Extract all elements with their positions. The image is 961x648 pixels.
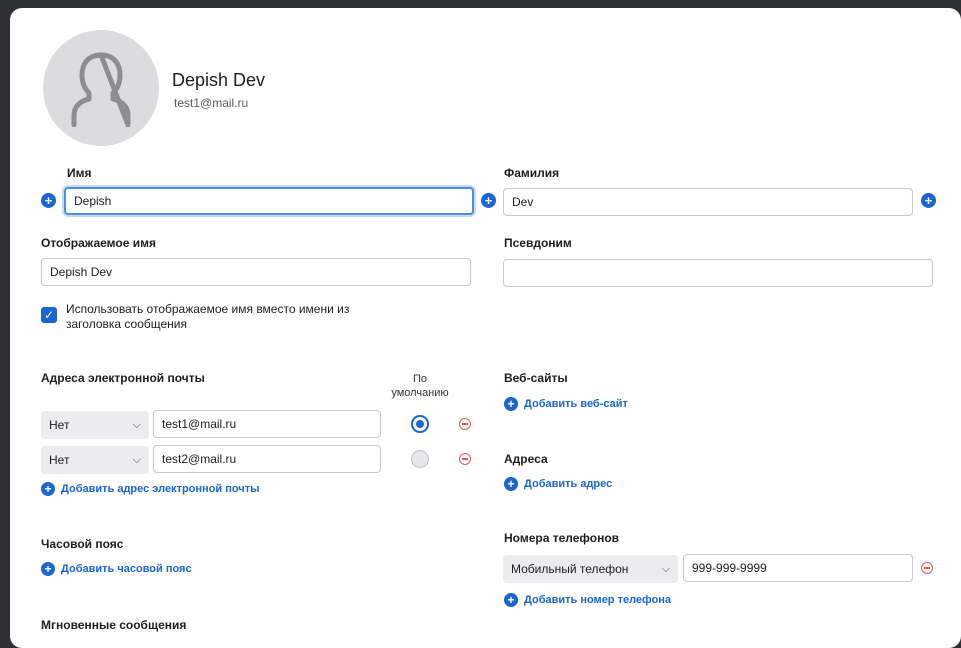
add-first-name-icon[interactable]: + [41, 193, 56, 208]
email-field[interactable]: test1@mail.ru [153, 410, 381, 438]
add-address-link[interactable]: + Добавить адрес [504, 477, 612, 491]
contact-email: test1@mail.ru [174, 96, 249, 110]
add-last-name-icon[interactable]: + [921, 193, 936, 208]
add-middle-name-icon[interactable]: + [481, 193, 496, 208]
use-display-name-label: Использовать отображаемое имя вместо име… [66, 302, 350, 331]
add-icon: + [504, 397, 518, 411]
display-name-label: Отображаемое имя [41, 236, 156, 250]
im-label: Мгновенные сообщения [41, 618, 187, 632]
contact-edit-panel: Depish Dev test1@mail.ru Имя + Depish + … [10, 8, 961, 648]
remove-email-icon[interactable] [459, 453, 471, 465]
add-icon: + [41, 482, 55, 496]
add-email-link[interactable]: + Добавить адрес электронной почты [41, 482, 259, 496]
chevron-down-icon: ⌵ [132, 418, 141, 431]
chevron-down-icon: ⌵ [132, 453, 141, 466]
last-name-label: Фамилия [504, 166, 560, 180]
person-icon [71, 52, 131, 127]
email-type-select[interactable]: Нет ⌵ [41, 446, 149, 474]
phones-label: Номера телефонов [504, 531, 620, 545]
timezone-label: Часовой пояс [41, 537, 124, 551]
add-phone-link[interactable]: + Добавить номер телефона [504, 593, 671, 607]
addresses-label: Адреса [504, 452, 548, 466]
remove-phone-icon[interactable] [921, 562, 933, 574]
contact-name: Depish Dev [172, 70, 266, 90]
email-field[interactable]: test2@mail.ru [153, 445, 381, 473]
first-name-field[interactable]: Depish [64, 187, 474, 215]
use-display-name-checkbox[interactable]: ✓ [41, 307, 57, 323]
nickname-label: Псевдоним [504, 236, 572, 250]
chevron-down-icon: ⌵ [661, 562, 670, 575]
emails-label: Адреса электронной почты [41, 371, 205, 385]
checkmark-icon: ✓ [43, 308, 55, 322]
last-name-field[interactable]: Dev [503, 188, 913, 216]
websites-label: Веб-сайты [504, 371, 568, 385]
avatar[interactable] [43, 30, 159, 146]
phone-field[interactable]: 999-999-9999 [683, 554, 913, 582]
email-type-select[interactable]: Нет ⌵ [41, 411, 149, 439]
add-website-link[interactable]: + Добавить веб-сайт [504, 397, 628, 411]
nickname-field[interactable] [503, 259, 933, 287]
add-icon: + [504, 593, 518, 607]
remove-email-icon[interactable] [459, 418, 471, 430]
default-email-radio[interactable] [411, 415, 429, 433]
add-timezone-link[interactable]: + Добавить часовой пояс [41, 562, 192, 576]
add-icon: + [41, 562, 55, 576]
default-email-radio[interactable] [411, 450, 429, 468]
add-icon: + [504, 477, 518, 491]
default-column-header: По умолчанию [391, 373, 449, 399]
display-name-field[interactable]: Depish Dev [41, 258, 471, 286]
first-name-label: Имя [67, 166, 92, 180]
phone-type-select[interactable]: Мобильный телефон ⌵ [503, 555, 678, 583]
